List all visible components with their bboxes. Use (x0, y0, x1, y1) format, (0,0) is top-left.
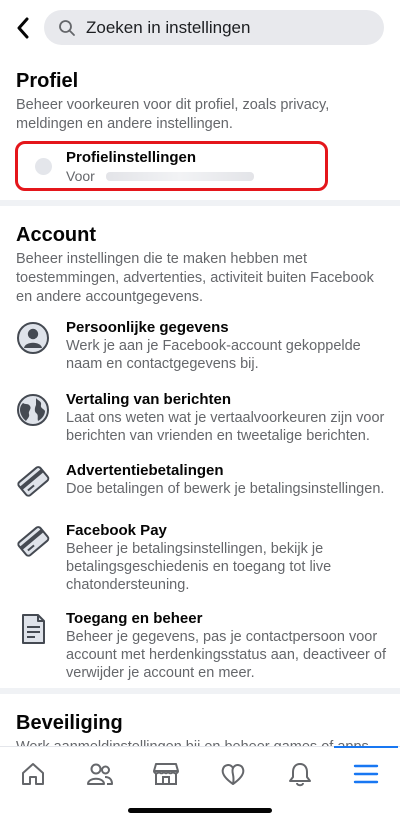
section-divider (0, 688, 400, 694)
settings-item-access-control[interactable]: Toegang en beheer Beheer je gegevens, pa… (0, 609, 400, 685)
document-icon (22, 614, 45, 644)
item-description: Werk je aan je Facebook-account gekoppel… (66, 338, 361, 372)
item-title: Persoonlijke gegevens (66, 319, 229, 336)
chevron-left-icon (17, 17, 29, 39)
settings-item-personal-details[interactable]: Persoonlijke gegevens Werk je aan je Fac… (0, 318, 400, 374)
tab-friends[interactable] (82, 759, 118, 789)
credit-card-icon (17, 466, 50, 497)
heart-icon (221, 764, 245, 785)
item-description: Beheer je gegevens, pas je contactpersoo… (66, 629, 386, 681)
friends-icon (87, 763, 113, 785)
profile-settings-subtitle: Voor (66, 168, 95, 184)
tab-home[interactable] (15, 759, 51, 789)
search-icon (59, 19, 75, 36)
item-description: Beheer je betalingsinstellingen, bekijk … (66, 541, 332, 593)
tab-notifications[interactable] (282, 759, 318, 789)
search-placeholder: Zoeken in instellingen (86, 17, 251, 37)
bell-icon (289, 763, 311, 787)
settings-item-translation[interactable]: Vertaling van berichten Laat ons weten w… (0, 390, 400, 446)
profile-settings-item[interactable]: Profielinstellingen Voor (15, 141, 328, 191)
person-icon (17, 322, 49, 354)
credit-card-icon (17, 526, 50, 557)
home-icon (22, 763, 44, 785)
tab-menu[interactable] (348, 759, 384, 789)
active-tab-indicator (334, 746, 398, 748)
item-description: Doe betalingen of bewerk je betalingsins… (66, 481, 385, 497)
tab-dating[interactable] (215, 759, 251, 789)
section-divider (0, 200, 400, 206)
settings-item-facebook-pay[interactable]: Facebook Pay Beheer je betalingsinstelli… (0, 521, 400, 597)
marketplace-icon (153, 763, 179, 785)
item-title: Facebook Pay (66, 522, 167, 539)
item-title: Toegang en beheer (66, 610, 203, 627)
item-description: Laat ons weten wat je vertaalvoorkeuren … (66, 410, 385, 444)
section-desc-profile: Beheer voorkeuren voor dit profiel, zoal… (16, 97, 330, 132)
top-bar: Zoeken in instellingen (0, 0, 400, 56)
search-input[interactable]: Zoeken in instellingen (44, 10, 384, 45)
section-title-profile: Profiel (16, 70, 79, 92)
home-indicator[interactable] (128, 808, 272, 813)
section-title-account: Account (16, 224, 96, 246)
section-title-security: Beveiliging (16, 712, 123, 734)
back-button[interactable] (12, 14, 34, 42)
tab-marketplace[interactable] (148, 759, 184, 789)
hamburger-menu-icon (353, 764, 379, 784)
item-title: Vertaling van berichten (66, 391, 232, 408)
globe-icon (17, 394, 49, 426)
item-title: Advertentiebetalingen (66, 462, 224, 479)
section-desc-account: Beheer instellingen die te maken hebben … (16, 251, 374, 305)
settings-item-ad-payments[interactable]: Advertentiebetalingen Doe betalingen of … (0, 461, 400, 501)
profile-avatar (35, 158, 52, 175)
redacted-name (106, 172, 254, 181)
profile-settings-title: Profielinstellingen (66, 149, 197, 166)
